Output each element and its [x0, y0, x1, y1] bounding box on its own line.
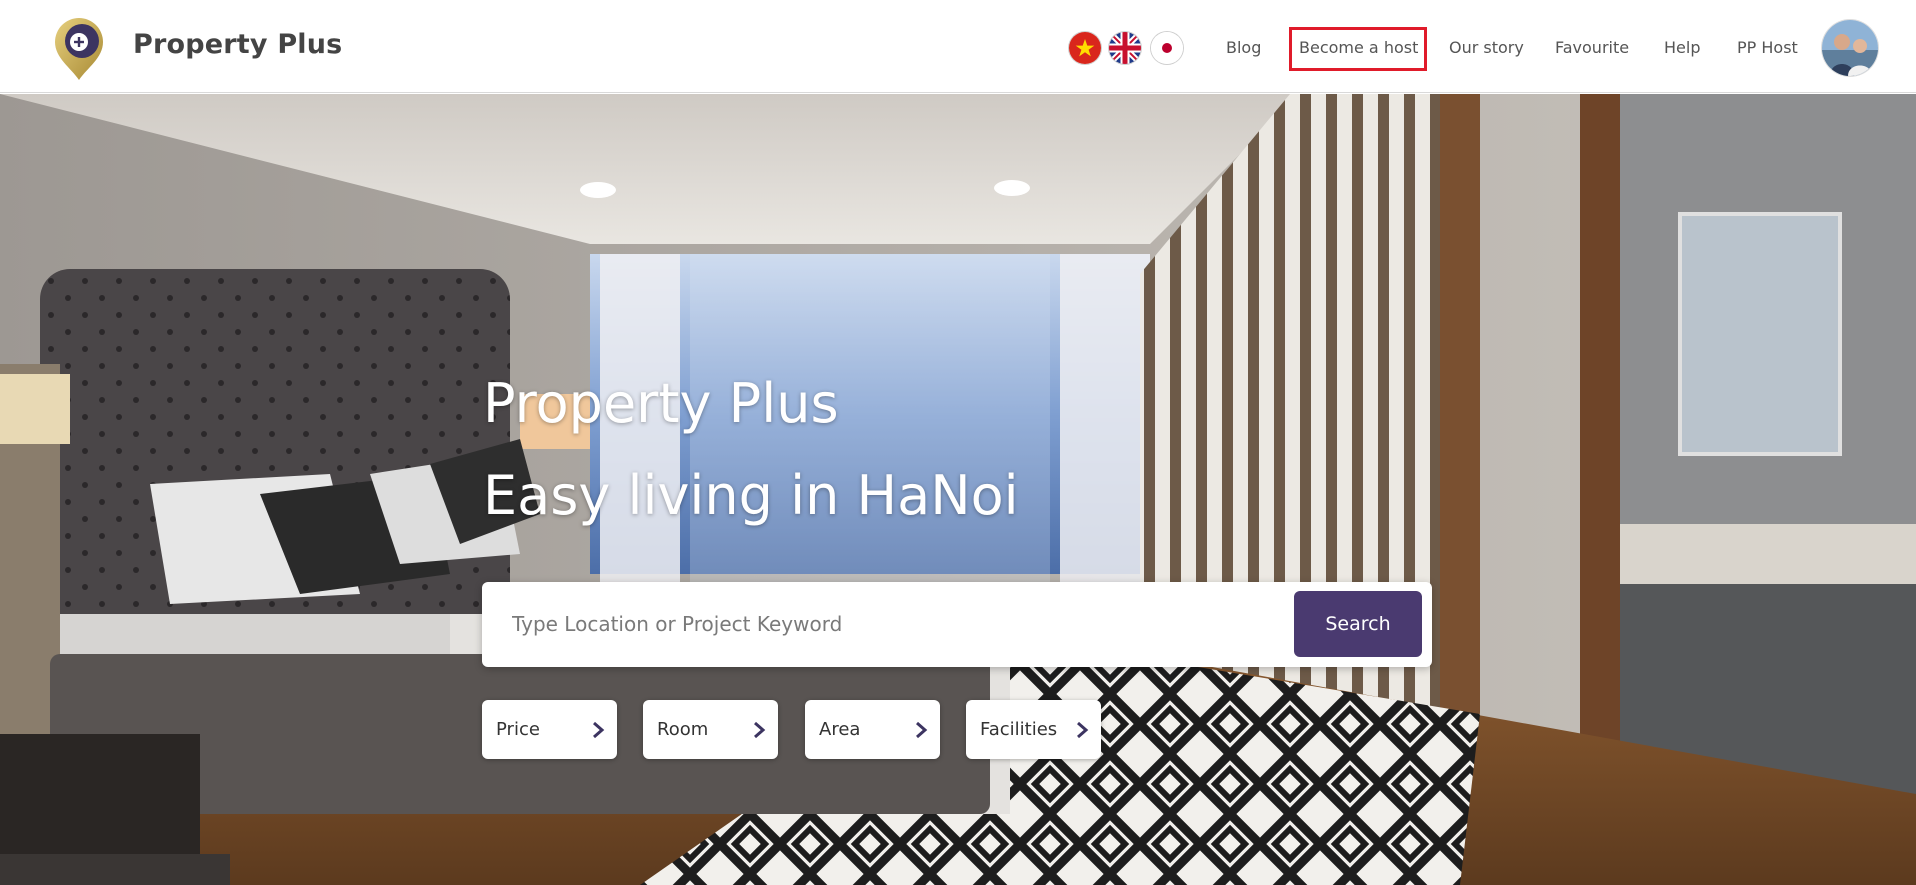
top-navbar: Property Plus Blog Become a host Our sto…: [0, 0, 1916, 93]
price-filter-label: Price: [496, 719, 540, 740]
facilities-filter-label: Facilities: [980, 719, 1058, 740]
chevron-right-icon: [1077, 721, 1089, 738]
nav-favourite-link[interactable]: Favourite: [1555, 38, 1629, 57]
brand-name[interactable]: Property Plus: [133, 29, 342, 60]
user-avatar[interactable]: [1822, 20, 1878, 76]
room-filter-button[interactable]: Room: [643, 700, 778, 759]
search-button[interactable]: Search: [1294, 591, 1422, 657]
hero-section: Property Plus Easy living in HaNoi Searc…: [0, 94, 1916, 885]
facilities-filter-button[interactable]: Facilities: [966, 700, 1101, 759]
japan-flag-icon[interactable]: [1151, 32, 1183, 64]
nav-blog-link[interactable]: Blog: [1226, 38, 1261, 57]
price-filter-button[interactable]: Price: [482, 700, 617, 759]
search-bar: Search: [482, 582, 1432, 667]
nav-our-story-link[interactable]: Our story: [1449, 38, 1524, 57]
property-plus-logo-icon[interactable]: [51, 18, 107, 82]
chevron-right-icon: [593, 721, 605, 738]
vietnam-flag-icon[interactable]: [1069, 32, 1101, 64]
chevron-right-icon: [754, 721, 766, 738]
area-filter-label: Area: [819, 719, 861, 740]
nav-pp-host-link[interactable]: PP Host: [1737, 38, 1798, 57]
room-filter-label: Room: [657, 719, 709, 740]
hero-subtitle: Easy living in HaNoi: [483, 464, 1019, 527]
chevron-right-icon: [916, 721, 928, 738]
nav-become-host-link[interactable]: Become a host: [1299, 38, 1418, 57]
location-search-input[interactable]: [502, 594, 1262, 654]
hero-title: Property Plus: [483, 372, 839, 435]
area-filter-button[interactable]: Area: [805, 700, 940, 759]
nav-help-link[interactable]: Help: [1664, 38, 1700, 57]
uk-flag-icon[interactable]: [1109, 32, 1141, 64]
